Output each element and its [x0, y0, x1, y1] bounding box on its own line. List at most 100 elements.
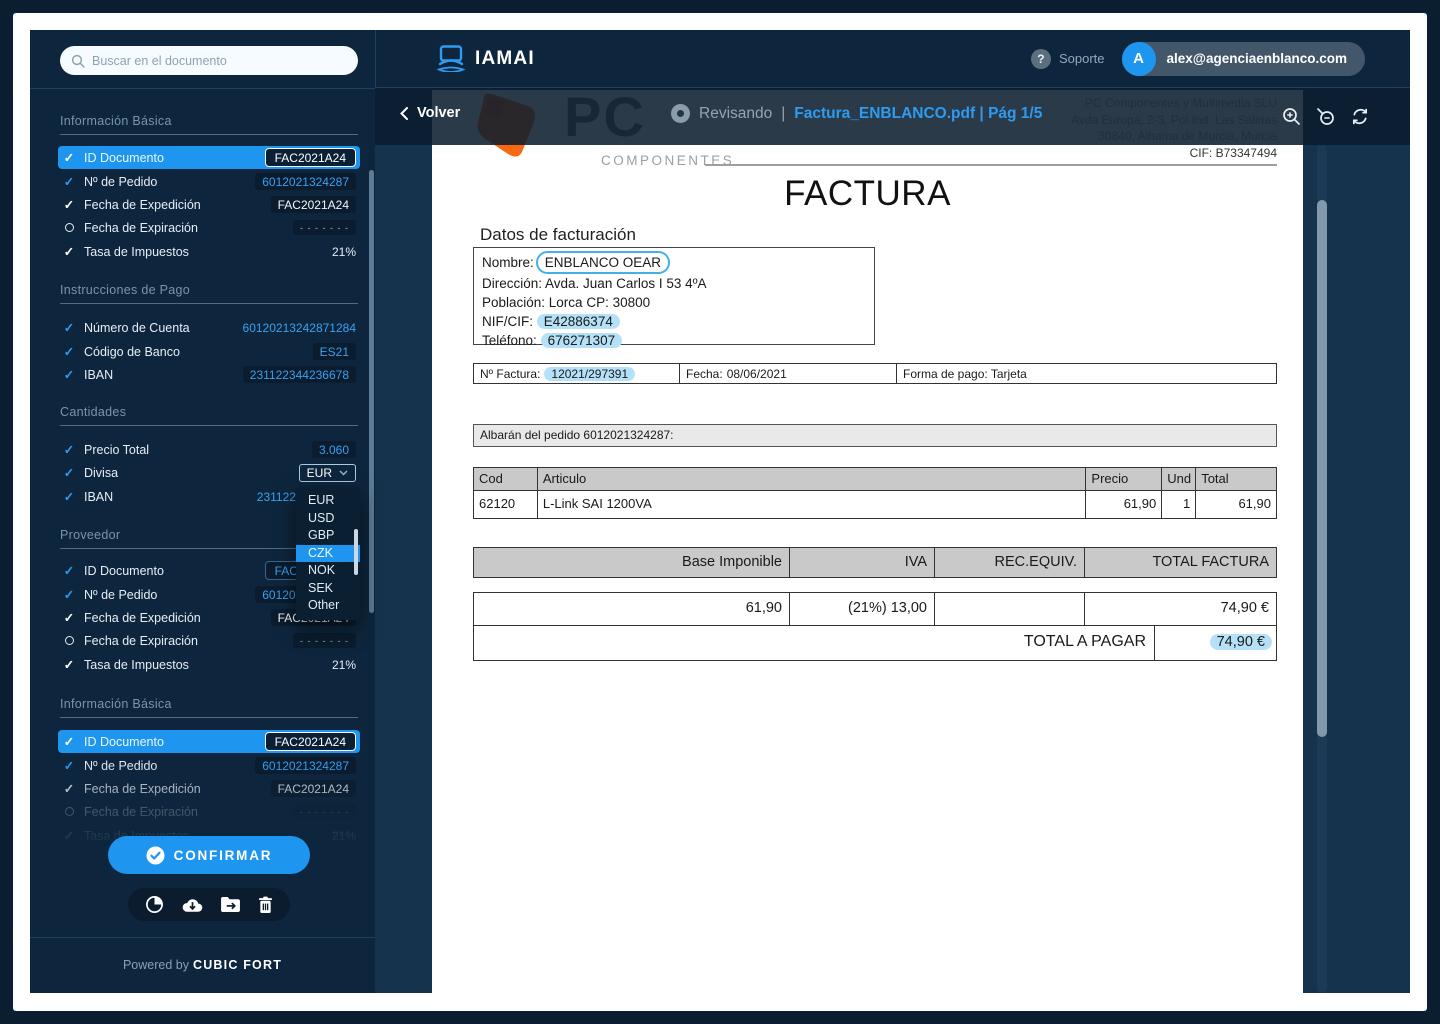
highlight-nombre[interactable]: ENBLANCO OEAR	[536, 251, 670, 274]
field-row-divisa[interactable]: ✓ Divisa EUR	[58, 461, 360, 484]
section-title: Información Básica	[60, 114, 172, 128]
cloud-download-icon[interactable]	[181, 896, 204, 914]
items-header-row: Cod Articulo Precio Und Total	[474, 468, 1276, 491]
folder-move-icon[interactable]	[220, 896, 241, 913]
confirm-label: CONFIRMAR	[174, 848, 273, 863]
highlight-telefono[interactable]: 676271307	[541, 333, 623, 348]
field-value[interactable]: ES21	[313, 343, 356, 360]
user-menu[interactable]: A alex@agenciaenblanco.com	[1122, 42, 1365, 76]
field-value[interactable]: - - - - - - -	[293, 633, 356, 648]
company-cif: CIF: B73347494	[1190, 146, 1277, 160]
check-circle-icon	[146, 846, 165, 865]
currency-option-gbp[interactable]: GBP	[296, 527, 360, 545]
field-label: ID Documento	[84, 564, 164, 578]
field-label: Tasa de Impuestos	[84, 245, 189, 259]
section-underline	[60, 425, 358, 426]
field-value[interactable]: FAC2021A24	[265, 732, 356, 751]
sidebar-scrollbar[interactable]	[369, 170, 374, 613]
field-row-prov-expiracion[interactable]: Fecha de Expiración - - - - - - -	[58, 629, 360, 652]
back-button[interactable]: Volver	[400, 105, 460, 121]
meta-value: 08/06/2021	[727, 367, 787, 381]
field-value[interactable]: 231122344236678	[243, 366, 356, 383]
pie-chart-icon[interactable]	[145, 895, 164, 914]
section-underline	[60, 134, 358, 135]
field-value[interactable]: FAC2021A24	[265, 148, 356, 167]
viewer-status: Revisando | Factura_ENBLANCO.pdf | Pág 1…	[671, 104, 1042, 123]
field-row-iban[interactable]: ✓ IBAN 231122344236678	[58, 363, 360, 386]
meta-label: Fecha:	[686, 367, 723, 381]
question-mark-icon: ?	[1031, 49, 1051, 69]
items-header: Und	[1162, 468, 1196, 490]
currency-option-czk[interactable]: CZK	[296, 545, 360, 563]
item-total: 61,90	[1196, 491, 1276, 518]
confirm-button[interactable]: CONFIRMAR	[108, 836, 310, 874]
dropdown-scrollbar[interactable]	[354, 529, 358, 575]
field-value[interactable]: 6012021324287	[255, 173, 356, 190]
albaran-bar: Albarán del pedido 6012021324287:	[473, 424, 1277, 447]
field-row-impuestos[interactable]: ✓ Tasa de Impuestos 21%	[58, 240, 360, 263]
field-value[interactable]: 21%	[332, 658, 356, 672]
section-underline	[60, 303, 358, 304]
items-table: Cod Articulo Precio Und Total 62120 L-Li…	[473, 467, 1277, 519]
app-window: Información Básica ✓ ID Documento FAC202…	[30, 30, 1410, 993]
field-row-id-documento-2[interactable]: ✓ ID Documento FAC2021A24	[58, 730, 360, 753]
item-und: 1	[1162, 491, 1196, 518]
zoom-out-icon[interactable]	[1316, 107, 1335, 126]
sidebar: Información Básica ✓ ID Documento FAC202…	[30, 30, 375, 993]
field-value[interactable]: 3.060	[312, 441, 356, 458]
field-value[interactable]: 21%	[332, 245, 356, 259]
field-row-cuenta[interactable]: ✓ Número de Cuenta 60120213242871284	[58, 316, 360, 339]
field-label: Nº de Pedido	[84, 175, 157, 189]
field-row-expedicion[interactable]: ✓ Fecha de Expedición FAC2021A24	[58, 193, 360, 216]
highlight-factura-num[interactable]: 12021/297391	[544, 367, 635, 381]
check-icon: ✓	[62, 244, 76, 259]
currency-option-usd[interactable]: USD	[296, 510, 360, 528]
section-title: Instrucciones de Pago	[60, 283, 190, 297]
zoom-in-icon[interactable]	[1282, 107, 1301, 126]
check-icon: ✓	[62, 150, 76, 165]
field-label: Fecha de Expedición	[84, 198, 201, 212]
search-icon	[71, 54, 85, 68]
field-row-precio-total[interactable]: ✓ Precio Total 3.060	[58, 438, 360, 461]
field-label: Número de Cuenta	[84, 321, 190, 335]
field-row-prov-impuestos[interactable]: ✓ Tasa de Impuestos 21%	[58, 653, 360, 676]
invoice-meta-row: Nº Factura: 12021/297391 Fecha: 08/06/202…	[473, 363, 1277, 384]
field-value[interactable]: FAC2021A24	[271, 196, 356, 213]
field-value[interactable]: 60120213242871284	[243, 321, 356, 335]
billing-label: Nombre:	[482, 255, 534, 270]
section-title: Proveedor	[60, 528, 120, 542]
trash-icon[interactable]	[258, 896, 273, 914]
highlight-nif[interactable]: E42886374	[537, 314, 620, 329]
item-cod: 62120	[474, 491, 538, 518]
currency-option-eur[interactable]: EUR	[296, 492, 360, 510]
support-button[interactable]: ? Soporte	[1031, 49, 1105, 69]
currency-option-other[interactable]: Other	[296, 597, 360, 615]
check-icon: ✓	[62, 587, 76, 602]
meta-label: Nº Factura:	[480, 367, 540, 381]
highlight-total[interactable]: 74,90 €	[1210, 634, 1272, 650]
viewer-scrollbar-thumb[interactable]	[1317, 200, 1327, 737]
field-row-banco[interactable]: ✓ Código de Banco ES21	[58, 340, 360, 363]
field-value[interactable]: - - - - - - -	[293, 220, 356, 235]
search-input[interactable]	[92, 54, 347, 68]
check-icon: ✓	[62, 610, 76, 625]
currency-option-sek[interactable]: SEK	[296, 580, 360, 598]
check-icon: ✓	[62, 174, 76, 189]
check-icon: ✓	[62, 465, 76, 480]
currency-selected-value: EUR	[307, 466, 332, 480]
field-row-id-documento[interactable]: ✓ ID Documento FAC2021A24	[58, 146, 360, 169]
total-factura: 74,90 €	[1085, 593, 1276, 625]
field-row-expiracion[interactable]: Fecha de Expiración - - - - - - -	[58, 216, 360, 239]
refresh-icon[interactable]	[1350, 107, 1370, 126]
currency-select[interactable]: EUR	[299, 464, 356, 482]
billing-direccion: Dirección: Avda. Juan Carlos I 53 4ºA	[482, 274, 866, 293]
currency-option-nok[interactable]: NOK	[296, 562, 360, 580]
field-row-pedido[interactable]: ✓ Nº de Pedido 6012021324287	[58, 170, 360, 193]
powered-by: Powered byCUBIC FORT	[30, 958, 375, 972]
field-label: Fecha de Expiración	[84, 634, 198, 648]
section-title: Información Básica	[60, 697, 172, 711]
billing-telefono: Teléfono: 676271307	[482, 331, 866, 350]
document-search[interactable]	[60, 46, 358, 75]
billing-poblacion: Población: Lorca CP: 30800	[482, 293, 866, 312]
totals-header: Base Imponible	[474, 548, 790, 577]
